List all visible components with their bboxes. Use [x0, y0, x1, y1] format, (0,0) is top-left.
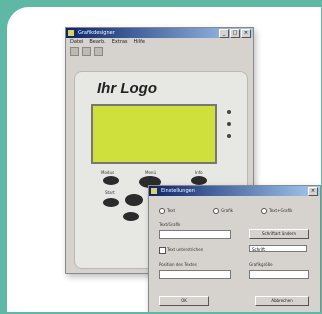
font-select[interactable]: Schrift	[249, 245, 307, 252]
save-icon[interactable]	[94, 46, 103, 56]
ok-button[interactable]: OK	[159, 296, 209, 306]
text-graphic-label: Text/Grafik	[159, 222, 181, 227]
logo-text[interactable]: Ihr Logo	[97, 80, 157, 97]
radio-text-graphic-indicator[interactable]	[261, 208, 267, 214]
underline-checkbox-label: Text unterstrichen	[167, 247, 204, 252]
open-folder-icon[interactable]	[82, 46, 91, 56]
menu-extras[interactable]: Extras	[112, 38, 128, 46]
dialog-title: Einstellungen	[161, 188, 195, 194]
radio-graphic[interactable]: Grafik	[213, 208, 233, 214]
text-graphic-input[interactable]	[159, 230, 231, 239]
radio-graphic-label: Grafik	[221, 208, 234, 213]
menu-hilfe[interactable]: Hilfe	[134, 38, 145, 46]
radio-text[interactable]: Text	[159, 208, 175, 214]
side-button-top[interactable]	[227, 110, 231, 114]
app-icon	[68, 30, 74, 36]
menu-bearbeiten[interactable]: Bearb.	[89, 38, 105, 46]
radio-text-graphic-label: Text+Grafik	[269, 208, 293, 213]
menu-datei[interactable]: Datei	[70, 38, 83, 46]
graphic-size-label: Grafikgröße	[249, 262, 273, 267]
text-position-label: Position des Textes	[159, 262, 197, 267]
device-button-1[interactable]	[103, 176, 119, 185]
device-label-info: Info	[195, 170, 203, 175]
close-button[interactable]: ×	[241, 29, 251, 38]
device-label-menu: Menü	[145, 170, 156, 175]
dialog-close-button[interactable]: ×	[308, 187, 318, 196]
lcd-display[interactable]	[91, 104, 217, 164]
device-label-start: Start	[105, 190, 115, 195]
device-button-6[interactable]	[123, 212, 139, 221]
maximize-button[interactable]: □	[230, 29, 240, 38]
device-button-5[interactable]	[125, 194, 143, 206]
image-frame: Grafikdesigner _ □ × Datei Bearb. Extras…	[7, 7, 321, 312]
change-font-button[interactable]: Schriftart ändern	[249, 229, 309, 239]
underline-checkbox[interactable]	[159, 247, 166, 254]
main-window-title: Grafikdesigner	[78, 30, 115, 36]
radio-graphic-indicator[interactable]	[213, 208, 219, 214]
radio-text-label: Text	[167, 208, 176, 213]
toolbar	[66, 46, 253, 56]
radio-text-graphic[interactable]: Text+Grafik	[261, 208, 292, 214]
dialog-icon	[151, 188, 157, 194]
device-button-3[interactable]	[191, 176, 207, 185]
text-position-input[interactable]	[159, 270, 231, 279]
device-button-4[interactable]	[103, 198, 119, 207]
main-window-titlebar[interactable]: Grafikdesigner _ □ ×	[66, 28, 253, 38]
cancel-button[interactable]: Abbrechen	[255, 296, 309, 306]
settings-dialog: Einstellungen × Text Grafik Text+Grafik …	[148, 185, 321, 312]
radio-text-indicator[interactable]	[159, 208, 165, 214]
minimize-button[interactable]: _	[219, 29, 229, 38]
side-button-bottom[interactable]	[227, 134, 231, 138]
menu-bar: Datei Bearb. Extras Hilfe	[66, 38, 253, 46]
graphic-size-input[interactable]	[249, 270, 309, 279]
new-file-icon[interactable]	[70, 46, 79, 56]
device-label-modus: Modus	[101, 170, 115, 175]
dialog-titlebar[interactable]: Einstellungen ×	[149, 186, 320, 196]
side-button-middle[interactable]	[227, 122, 231, 126]
